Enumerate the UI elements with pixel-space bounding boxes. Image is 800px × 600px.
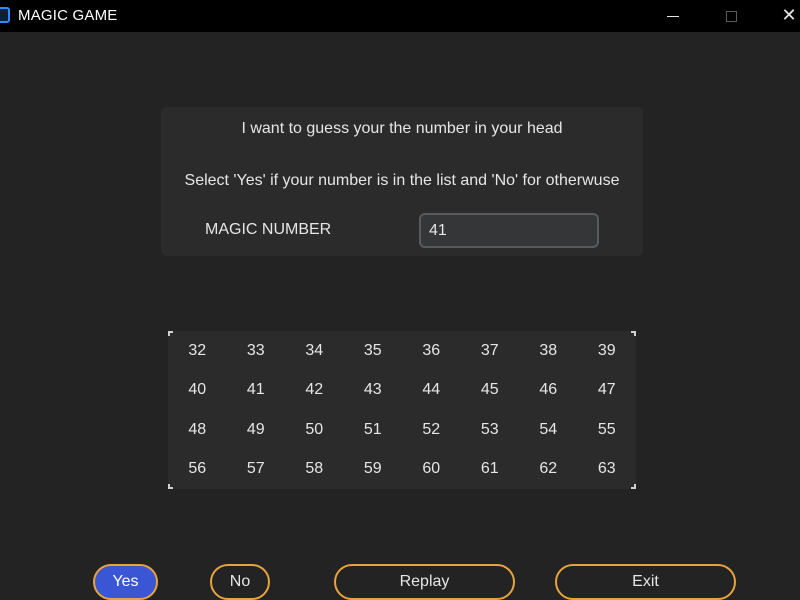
title-bar: MAGIC GAME ✕ xyxy=(0,0,800,32)
number-cell: 34 xyxy=(305,341,324,359)
number-cell: 48 xyxy=(188,420,207,438)
number-cell: 54 xyxy=(539,420,558,438)
minimize-icon xyxy=(667,15,679,17)
yes-button[interactable]: Yes xyxy=(93,564,158,600)
number-cell: 55 xyxy=(597,420,616,438)
number-cell: 38 xyxy=(539,341,558,359)
number-cell: 44 xyxy=(422,381,441,399)
number-cell: 32 xyxy=(188,341,207,359)
maximize-button[interactable] xyxy=(708,0,754,32)
instruction-line-1: I want to guess your the number in your … xyxy=(241,120,563,137)
close-icon: ✕ xyxy=(781,5,797,26)
no-button[interactable]: No xyxy=(210,564,270,600)
exit-button[interactable]: Exit xyxy=(555,564,736,600)
magic-number-field[interactable] xyxy=(419,213,599,248)
number-cell: 39 xyxy=(597,341,616,359)
number-cell: 40 xyxy=(188,381,207,399)
number-cell: 59 xyxy=(363,460,382,478)
number-cell: 62 xyxy=(539,460,558,478)
number-cell: 47 xyxy=(597,381,616,399)
number-cell: 43 xyxy=(363,381,382,399)
number-cell: 45 xyxy=(480,381,499,399)
number-cell: 53 xyxy=(480,420,499,438)
number-grid-panel: 32 33 34 35 36 37 38 39 40 41 42 43 44 45 46 47 48 49 50 51… xyxy=(168,331,636,489)
number-cell: 58 xyxy=(305,460,324,478)
number-cell: 61 xyxy=(480,460,499,478)
number-cell: 49 xyxy=(246,420,265,438)
number-cell: 46 xyxy=(539,381,558,399)
number-cell: 56 xyxy=(188,460,207,478)
number-cell: 36 xyxy=(422,341,441,359)
app-icon xyxy=(0,7,10,23)
magic-number-label: MAGIC NUMBER xyxy=(205,221,332,238)
number-cell: 57 xyxy=(246,460,265,478)
instruction-line-2: Select 'Yes' if your number is in the li… xyxy=(184,172,620,189)
replay-button[interactable]: Replay xyxy=(334,564,515,600)
info-panel: I want to guess your the number in your … xyxy=(161,107,643,256)
close-button[interactable]: ✕ xyxy=(766,0,800,32)
number-cell: 50 xyxy=(305,420,324,438)
number-cell: 33 xyxy=(246,341,265,359)
maximize-icon xyxy=(725,10,737,22)
number-cell: 41 xyxy=(246,381,265,399)
window-title: MAGIC GAME xyxy=(18,7,118,24)
number-cell: 37 xyxy=(480,341,499,359)
number-cell: 60 xyxy=(422,460,441,478)
number-grid: 32 33 34 35 36 37 38 39 40 41 42 43 44 45 46 47 48 49 50 51… xyxy=(168,331,636,489)
number-cell: 42 xyxy=(305,381,324,399)
number-cell: 51 xyxy=(363,420,382,438)
number-cell: 52 xyxy=(422,420,441,438)
minimize-button[interactable] xyxy=(650,0,696,32)
number-cell: 63 xyxy=(597,460,616,478)
number-cell: 35 xyxy=(363,341,382,359)
